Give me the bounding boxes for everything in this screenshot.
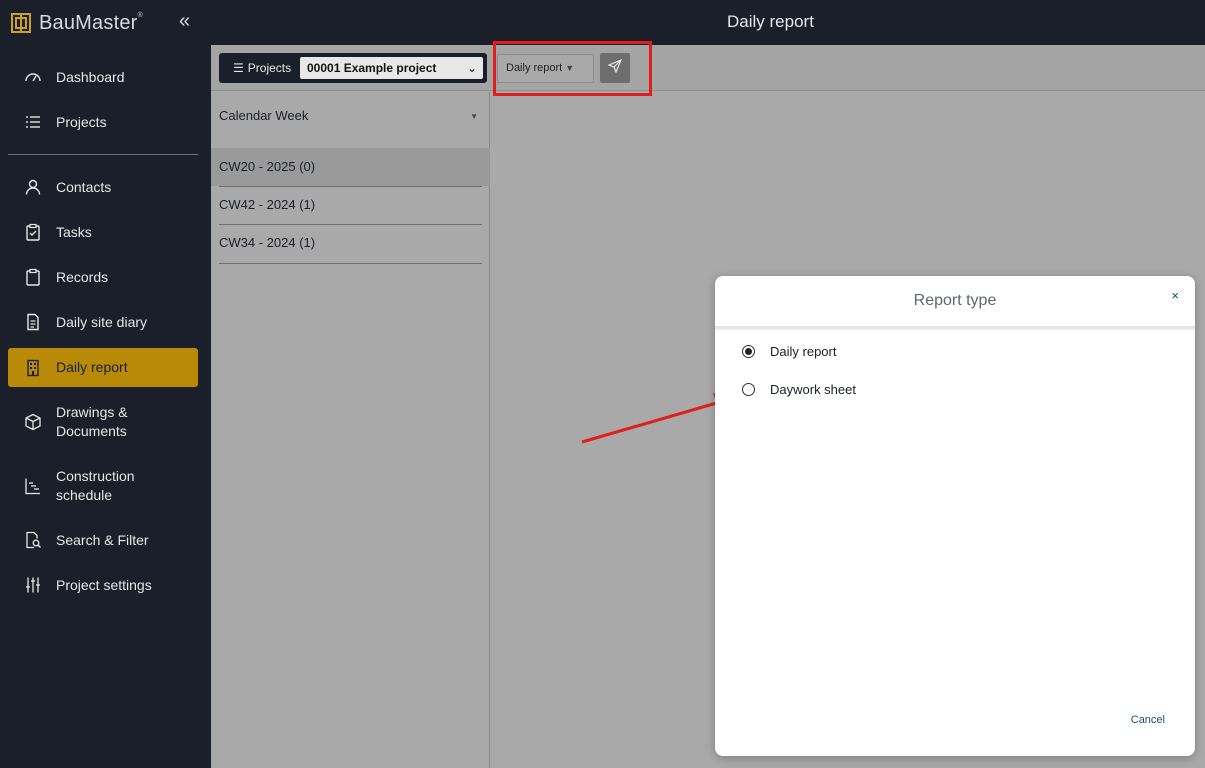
sidebar-item-projects[interactable]: Projects [8, 111, 198, 133]
sidebar-item-label: Contacts [56, 178, 112, 195]
radio-button[interactable] [742, 383, 755, 396]
page-title: Daily report [727, 12, 814, 31]
divider [219, 263, 482, 264]
list-item[interactable]: CW20 - 2025 (0) [211, 148, 490, 186]
sidebar-item-label: Search & Filter [56, 531, 149, 548]
radio-daywork-sheet[interactable]: Daywork sheet [742, 382, 856, 397]
sidebar-item-daily-report[interactable]: Daily report [8, 348, 198, 387]
sidebar-item-contacts[interactable]: Contacts [8, 176, 198, 198]
project-dropdown[interactable]: 00001 Example project ⌄ [300, 57, 483, 79]
document-icon [24, 313, 42, 331]
search-doc-icon [24, 531, 42, 549]
cancel-button[interactable]: Cancel [1131, 714, 1165, 726]
gauge-icon [24, 68, 42, 86]
chevron-down-icon: ⌄ [466, 61, 477, 75]
sidebar-item-label: Project settings [56, 576, 152, 593]
sidebar-item-label: Projects [56, 113, 107, 130]
sidebar-item-label: Drawings & Documents [56, 404, 128, 439]
building-icon [24, 359, 42, 377]
sidebar-divider [8, 154, 198, 155]
clipboard-check-icon [24, 223, 42, 241]
sidebar-item-label: Records [56, 268, 109, 285]
dialog-divider [715, 326, 1195, 329]
sidebar-item-tasks[interactable]: Tasks [8, 221, 198, 243]
radio-daily-report[interactable]: Daily report [742, 344, 836, 359]
list-item[interactable]: CW34 - 2024 (1) [211, 224, 490, 262]
clipboard-icon [24, 268, 42, 286]
chart-icon [24, 477, 42, 495]
annotation-highlight-box [493, 41, 652, 96]
project-selector: ☰ Projects 00001 Example project ⌄ [219, 53, 487, 83]
sidebar-item-dashboard[interactable]: Dashboard [8, 66, 198, 88]
report-type-dialog: Report type × Daily report Daywork sheet… [715, 276, 1195, 756]
sidebar-item-label: Daily report [56, 359, 128, 375]
projects-button[interactable]: ☰ Projects [233, 61, 291, 75]
sidebar-item-daily-site-diary[interactable]: Daily site diary [8, 311, 198, 333]
sidebar-item-label: Dashboard [56, 68, 125, 85]
sidebar-item-construction-schedule[interactable]: Construction schedule [8, 466, 198, 506]
logo: BauMaster® [11, 10, 143, 36]
sidebar: BauMaster® « Dashboard Projects Contacts… [0, 0, 211, 768]
brand-name: BauMaster® [39, 11, 143, 34]
sidebar-item-drawings-documents[interactable]: Drawings & Documents [8, 402, 198, 442]
collapse-sidebar-icon[interactable]: « [179, 10, 201, 32]
person-icon [24, 178, 42, 196]
sliders-icon [24, 576, 42, 594]
calendar-week-dropdown[interactable]: Calendar Week ▼ [219, 108, 482, 123]
baumaster-logo-icon [11, 13, 31, 33]
caret-down-icon: ▼ [470, 112, 478, 121]
sidebar-item-search-filter[interactable]: Search & Filter [8, 529, 198, 551]
sidebar-item-label: Daily site diary [56, 313, 148, 330]
sidebar-item-records[interactable]: Records [8, 266, 198, 288]
cube-icon [24, 413, 42, 431]
sidebar-item-label: Tasks [56, 223, 92, 240]
toolbar: ☰ Projects 00001 Example project ⌄ Daily… [211, 41, 1205, 96]
list-item[interactable]: CW42 - 2024 (1) [211, 186, 490, 224]
list-icon: ☰ [233, 61, 244, 75]
list-icon [24, 113, 42, 131]
dialog-title: Report type [913, 292, 997, 309]
sidebar-item-label: Construction schedule [56, 468, 135, 503]
radio-button[interactable] [742, 345, 755, 358]
top-bar: Daily report [211, 0, 1205, 45]
close-icon[interactable]: × [1171, 288, 1179, 303]
sidebar-item-project-settings[interactable]: Project settings [8, 574, 198, 596]
calendar-week-panel: Calendar Week ▼ CW20 - 2025 (0) CW42 - 2… [211, 92, 490, 768]
